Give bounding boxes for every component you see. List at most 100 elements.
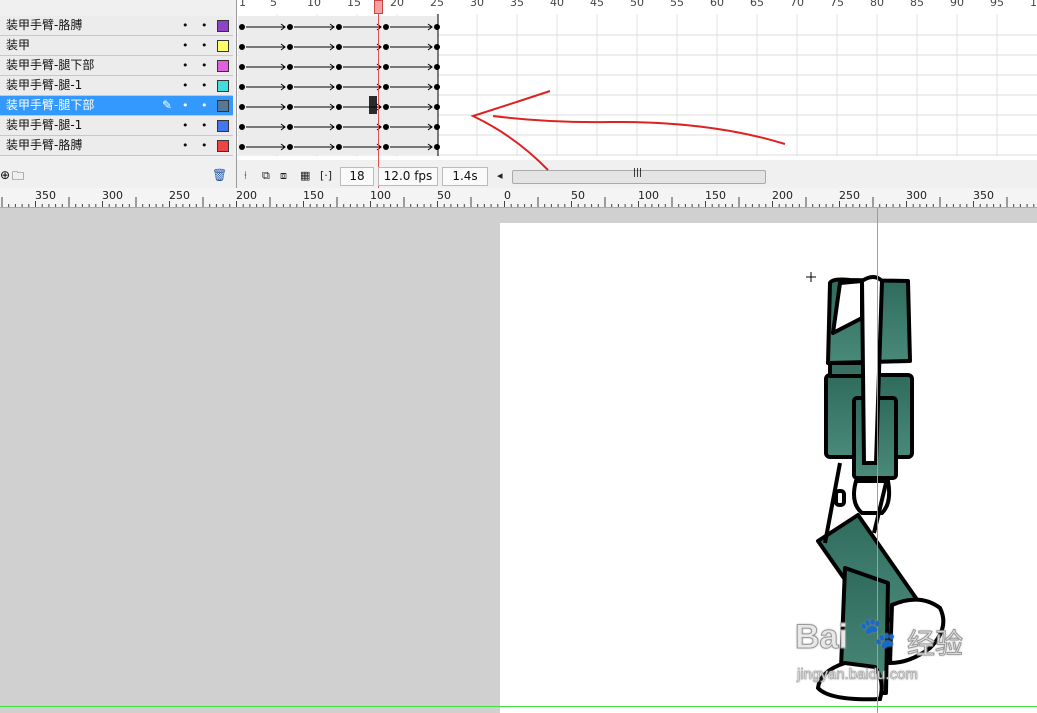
layer-row[interactable]: 装甲 • • xyxy=(0,36,233,56)
selected-frame xyxy=(369,96,377,114)
visibility-dot[interactable]: • xyxy=(182,76,189,95)
frame-ruler-label: 1 xyxy=(239,0,246,9)
ruler-label: 200 xyxy=(772,189,793,202)
lock-dot[interactable]: • xyxy=(201,76,208,95)
visibility-dot[interactable]: • xyxy=(182,16,189,35)
layer-color-swatch[interactable] xyxy=(217,60,229,72)
frame-ruler-label: 60 xyxy=(710,0,724,9)
visibility-dot[interactable]: • xyxy=(182,56,189,75)
watermark-suffix: 经验 xyxy=(906,627,964,661)
layer-row[interactable]: 装甲手臂-腿下部 • • xyxy=(0,56,233,76)
keyframe xyxy=(383,144,389,150)
playhead-handle[interactable] xyxy=(374,0,383,14)
frame-ruler-label: 80 xyxy=(870,0,884,9)
horizontal-guide[interactable] xyxy=(0,706,1037,707)
frame-ruler-label: 10 xyxy=(307,0,321,9)
keyframe xyxy=(336,24,342,30)
keyframe xyxy=(383,124,389,130)
frame-ruler-label: 1 xyxy=(1030,0,1037,9)
watermark-brand: Bai xyxy=(795,618,849,657)
frame-ruler-label: 15 xyxy=(347,0,361,9)
edit-multiple-icon[interactable]: ▦ xyxy=(300,169,310,183)
ruler-label: 150 xyxy=(303,189,324,202)
keyframe xyxy=(336,104,342,110)
ruler-label: 200 xyxy=(236,189,257,202)
add-layer-icon[interactable]: ⊕ xyxy=(0,168,10,182)
layer-name: 装甲手臂-胳膊 xyxy=(6,138,83,152)
lock-dot[interactable]: • xyxy=(201,96,208,115)
keyframe xyxy=(434,44,440,50)
frame-ruler-label: 45 xyxy=(590,0,604,9)
keyframe xyxy=(383,104,389,110)
frame-ruler-label: 75 xyxy=(830,0,844,9)
visibility-dot[interactable]: • xyxy=(182,136,189,155)
keyframe xyxy=(434,24,440,30)
keyframe xyxy=(287,144,293,150)
onion-outline-icon[interactable]: ⧈ xyxy=(280,169,287,183)
ruler-label: 350 xyxy=(35,189,56,202)
keyframe xyxy=(434,84,440,90)
frame-ruler-label: 55 xyxy=(670,0,684,9)
frame-ruler-label: 35 xyxy=(510,0,524,9)
keyframe xyxy=(383,64,389,70)
visibility-dot[interactable]: • xyxy=(182,36,189,55)
frame-ruler-label: 70 xyxy=(790,0,804,9)
current-frame-field[interactable]: 18 xyxy=(340,167,374,186)
layer-name: 装甲手臂-腿下部 xyxy=(6,98,95,112)
keyframe xyxy=(336,144,342,150)
layer-list: 装甲手臂-胳膊 • • 装甲 • • 装甲手臂-腿下部 • • 装甲手臂-腿-1… xyxy=(0,0,237,188)
keyframe xyxy=(383,84,389,90)
onion-markers-icon[interactable]: [·] xyxy=(320,169,332,183)
trash-icon[interactable]: 🗑 xyxy=(212,168,227,182)
center-frame-icon[interactable]: ⍿ xyxy=(244,169,247,183)
keyframe xyxy=(239,84,245,90)
stage-ruler: 350 300 250 200 150 100 50 0 50 100 150 … xyxy=(0,188,1037,208)
frame-ruler-label: 5 xyxy=(270,0,277,9)
lock-dot[interactable]: • xyxy=(201,36,208,55)
layer-color-swatch[interactable] xyxy=(217,20,229,32)
layer-row[interactable]: 装甲手臂-胳膊 • • xyxy=(0,16,233,36)
lock-dot[interactable]: • xyxy=(201,16,208,35)
keyframe xyxy=(239,24,245,30)
frame-ruler[interactable]: 1 5 10 15 20 25 30 35 40 45 50 55 60 65 … xyxy=(237,0,1037,14)
keyframe xyxy=(434,124,440,130)
keyframe xyxy=(239,144,245,150)
layer-row-selected[interactable]: 装甲手臂-腿下部 ✎ • • xyxy=(0,96,233,116)
ruler-label: 100 xyxy=(638,189,659,202)
layer-color-swatch[interactable] xyxy=(217,40,229,52)
layer-row[interactable]: 装甲手臂-胳膊 • • xyxy=(0,136,233,156)
frame-ruler-label: 30 xyxy=(470,0,484,9)
keyframe xyxy=(239,124,245,130)
visibility-dot[interactable]: • xyxy=(182,96,189,115)
lock-dot[interactable]: • xyxy=(201,136,208,155)
layer-name: 装甲手臂-胳膊 xyxy=(6,18,83,32)
pencil-icon: ✎ xyxy=(162,98,173,112)
layer-row[interactable]: 装甲手臂-腿-1 • • xyxy=(0,76,233,96)
frame-ruler-label: 95 xyxy=(990,0,1004,9)
lock-dot[interactable]: • xyxy=(201,56,208,75)
layer-color-swatch[interactable] xyxy=(217,80,229,92)
keyframe xyxy=(287,64,293,70)
layer-name: 装甲 xyxy=(6,38,31,52)
keyframe xyxy=(336,84,342,90)
ruler-label: 100 xyxy=(370,189,391,202)
ruler-label: 250 xyxy=(169,189,190,202)
ruler-label: 350 xyxy=(973,189,994,202)
lock-dot[interactable]: • xyxy=(201,116,208,135)
keyframe xyxy=(434,104,440,110)
frame-ruler-label: 85 xyxy=(910,0,924,9)
keyframe xyxy=(336,44,342,50)
add-folder-icon[interactable]: 🗀 xyxy=(12,167,24,188)
frame-rate-field[interactable]: 12.0 fps xyxy=(378,167,438,186)
keyframe xyxy=(287,44,293,50)
ruler-label: 150 xyxy=(705,189,726,202)
onion-skin-icon[interactable]: ⧉ xyxy=(262,169,270,183)
layer-color-swatch[interactable] xyxy=(217,120,229,132)
frame-ruler-label: 90 xyxy=(950,0,964,9)
layer-color-swatch[interactable] xyxy=(217,140,229,152)
visibility-dot[interactable]: • xyxy=(182,116,189,135)
ruler-label: 50 xyxy=(571,189,585,202)
layer-row[interactable]: 装甲手臂-腿-1 • • xyxy=(0,116,233,136)
frame-ruler-label: 25 xyxy=(430,0,444,9)
layer-color-swatch[interactable] xyxy=(217,100,229,112)
